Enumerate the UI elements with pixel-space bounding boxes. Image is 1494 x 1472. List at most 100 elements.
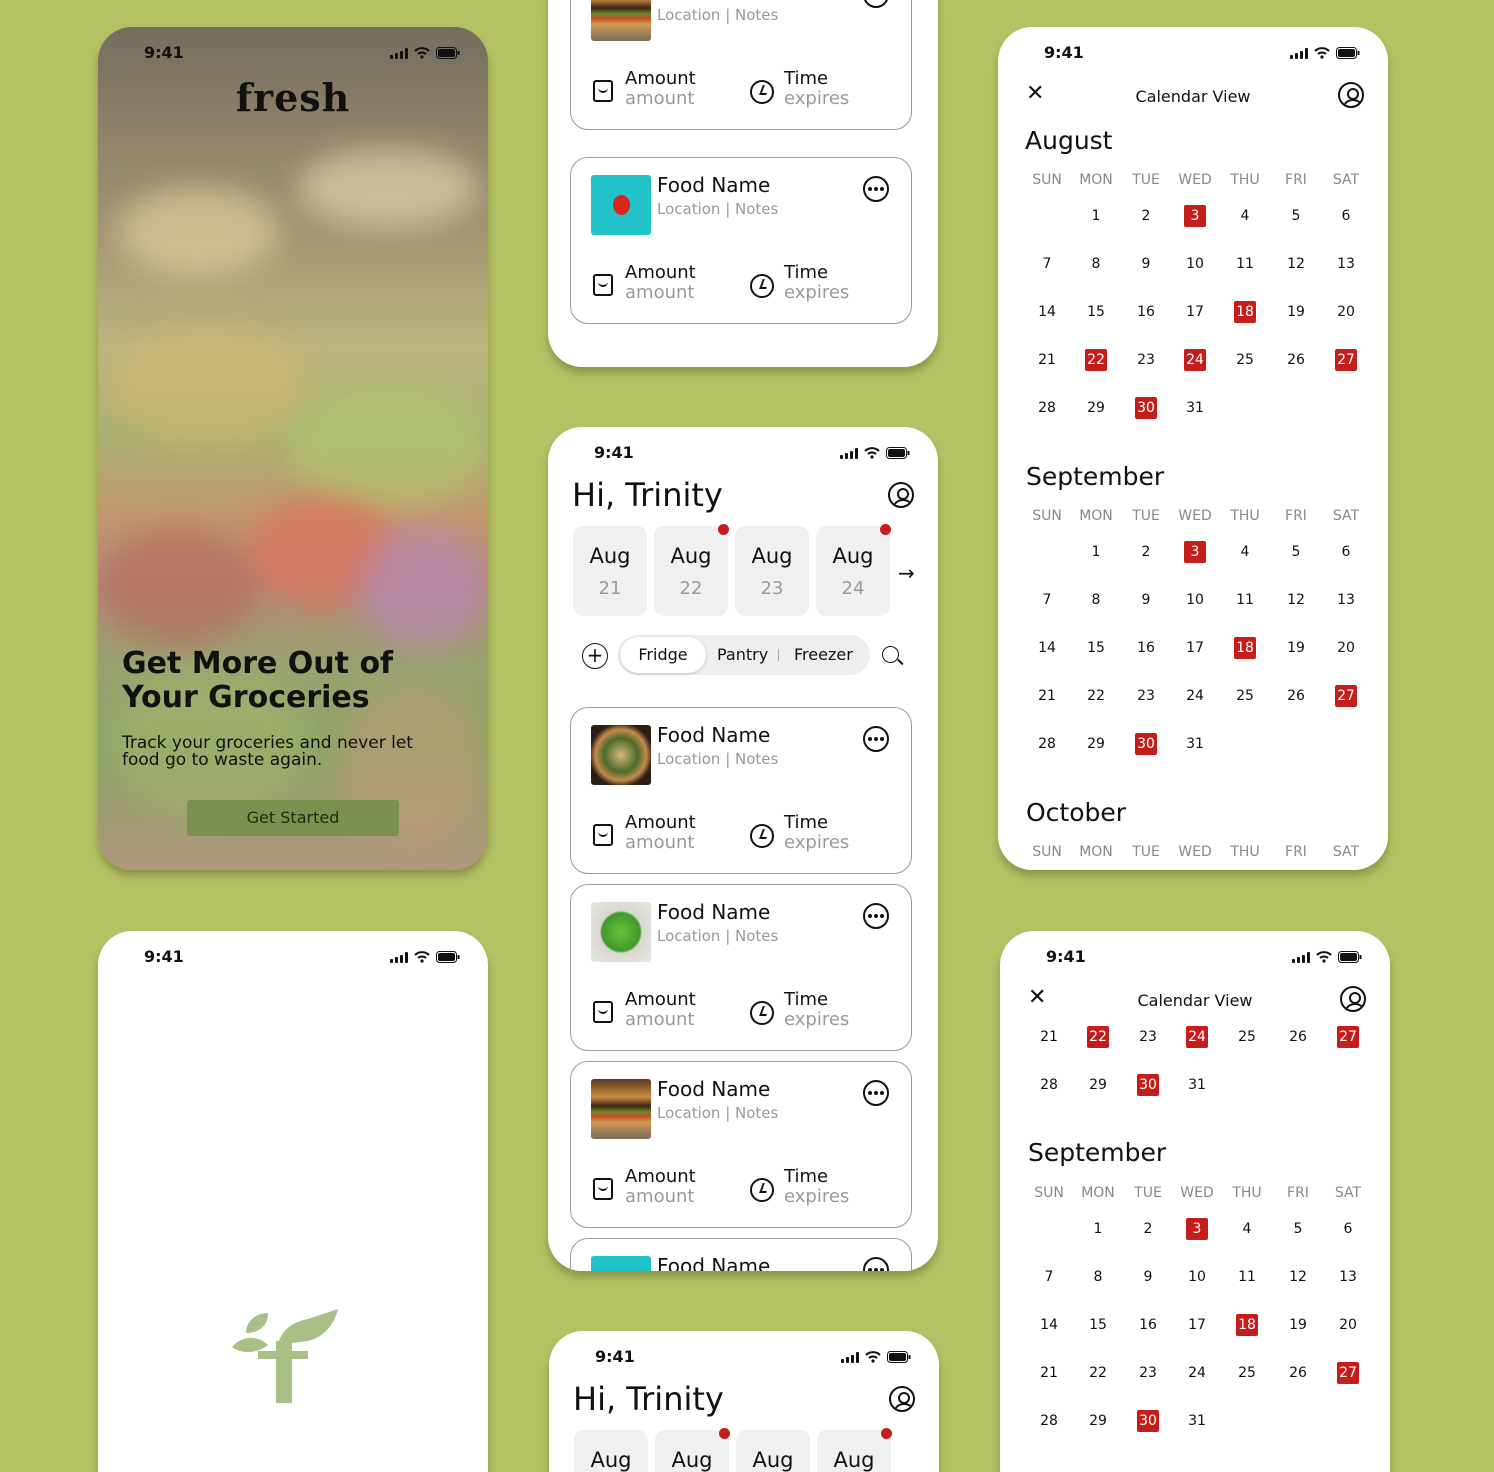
august-day[interactable]: 21 [1032, 349, 1062, 371]
profile-icon[interactable] [1340, 986, 1366, 1012]
september-day-highlighted[interactable]: 18 [1234, 637, 1256, 659]
more-options-icon[interactable] [863, 1257, 889, 1271]
date-chip[interactable]: Aug 23 [735, 526, 809, 616]
august-day[interactable]: 15 [1081, 301, 1111, 323]
september-day[interactable]: 28 [1034, 1410, 1064, 1432]
september-day[interactable]: 20 [1333, 1314, 1363, 1336]
august-day-highlighted[interactable]: 18 [1234, 301, 1256, 323]
september-day[interactable]: 14 [1032, 637, 1062, 659]
september-day[interactable]: 22 [1081, 685, 1111, 707]
more-options-icon[interactable] [863, 0, 889, 8]
september-day-highlighted[interactable]: 3 [1184, 541, 1206, 563]
september-day[interactable]: 24 [1180, 685, 1210, 707]
september-day[interactable]: 15 [1081, 637, 1111, 659]
september-day[interactable]: 20 [1331, 637, 1361, 659]
september-day[interactable]: 11 [1230, 589, 1260, 611]
september-day[interactable]: 15 [1083, 1314, 1113, 1336]
august-day[interactable]: 25 [1232, 1026, 1262, 1048]
september-day[interactable]: 19 [1281, 637, 1311, 659]
august-day[interactable]: 7 [1032, 253, 1062, 275]
august-day[interactable]: 12 [1281, 253, 1311, 275]
september-day[interactable]: 2 [1133, 1218, 1163, 1240]
august-day[interactable]: 28 [1034, 1074, 1064, 1096]
september-day[interactable]: 31 [1180, 733, 1210, 755]
august-day-highlighted[interactable]: 30 [1135, 397, 1157, 419]
september-day[interactable]: 29 [1083, 1410, 1113, 1432]
september-day[interactable]: 5 [1283, 1218, 1313, 1240]
september-day-highlighted[interactable]: 30 [1137, 1410, 1159, 1432]
september-day[interactable]: 23 [1131, 685, 1161, 707]
august-day[interactable]: 19 [1281, 301, 1311, 323]
date-chip[interactable]: Aug 22 [654, 526, 728, 616]
close-icon[interactable]: ✕ [1028, 985, 1046, 1010]
september-day[interactable]: 13 [1331, 589, 1361, 611]
august-day-highlighted[interactable]: 30 [1137, 1074, 1159, 1096]
more-options-icon[interactable] [863, 903, 889, 929]
september-day[interactable]: 24 [1182, 1362, 1212, 1384]
september-day[interactable]: 7 [1034, 1266, 1064, 1288]
more-options-icon[interactable] [863, 1080, 889, 1106]
september-day[interactable]: 26 [1283, 1362, 1313, 1384]
food-card[interactable]: Food Name [570, 1238, 912, 1271]
tab-pantry[interactable]: Pantry [717, 635, 768, 675]
august-day[interactable]: 29 [1081, 397, 1111, 419]
september-day[interactable]: 4 [1230, 541, 1260, 563]
august-day-highlighted[interactable]: 24 [1186, 1026, 1208, 1048]
tab-fridge[interactable]: Fridge [620, 637, 706, 673]
august-day[interactable]: 17 [1180, 301, 1210, 323]
august-day[interactable]: 25 [1230, 349, 1260, 371]
search-icon[interactable] [882, 646, 899, 663]
september-day[interactable]: 28 [1032, 733, 1062, 755]
august-day[interactable]: 23 [1131, 349, 1161, 371]
august-day-highlighted[interactable]: 27 [1335, 349, 1357, 371]
date-chip[interactable]: Aug 21 [573, 526, 647, 616]
august-day[interactable]: 29 [1083, 1074, 1113, 1096]
september-day[interactable]: 12 [1281, 589, 1311, 611]
september-day[interactable]: 16 [1133, 1314, 1163, 1336]
august-day-highlighted[interactable]: 22 [1085, 349, 1107, 371]
tab-freezer[interactable]: Freezer [794, 635, 853, 675]
september-day[interactable]: 12 [1283, 1266, 1313, 1288]
august-day[interactable]: 10 [1180, 253, 1210, 275]
august-day[interactable]: 11 [1230, 253, 1260, 275]
date-chip[interactable]: Aug 24 [816, 526, 890, 616]
august-day[interactable]: 4 [1230, 205, 1260, 227]
arrow-right-icon[interactable]: → [898, 561, 915, 585]
september-day[interactable]: 17 [1182, 1314, 1212, 1336]
september-day[interactable]: 5 [1281, 541, 1311, 563]
september-day[interactable]: 8 [1083, 1266, 1113, 1288]
september-day[interactable]: 8 [1081, 589, 1111, 611]
september-day[interactable]: 31 [1182, 1410, 1212, 1432]
august-day[interactable]: 31 [1182, 1074, 1212, 1096]
september-day-highlighted[interactable]: 18 [1236, 1314, 1258, 1336]
september-day[interactable]: 1 [1083, 1218, 1113, 1240]
august-day[interactable]: 26 [1283, 1026, 1313, 1048]
september-day[interactable]: 22 [1083, 1362, 1113, 1384]
september-day[interactable]: 7 [1032, 589, 1062, 611]
august-day-highlighted[interactable]: 24 [1184, 349, 1206, 371]
september-day[interactable]: 16 [1131, 637, 1161, 659]
september-day[interactable]: 1 [1081, 541, 1111, 563]
september-day[interactable]: 21 [1032, 685, 1062, 707]
september-day-highlighted[interactable]: 30 [1135, 733, 1157, 755]
september-day[interactable]: 17 [1180, 637, 1210, 659]
september-day[interactable]: 25 [1232, 1362, 1262, 1384]
august-day[interactable]: 13 [1331, 253, 1361, 275]
food-card[interactable]: Food Name Location | Notes Amount amount… [570, 884, 912, 1051]
profile-icon[interactable] [888, 482, 914, 508]
august-day[interactable]: 21 [1034, 1026, 1064, 1048]
september-day-highlighted[interactable]: 27 [1335, 685, 1357, 707]
food-card[interactable]: Food Name Location | Notes Amount amount… [570, 0, 912, 130]
september-day-highlighted[interactable]: 3 [1186, 1218, 1208, 1240]
august-day[interactable]: 6 [1331, 205, 1361, 227]
september-day[interactable]: 10 [1182, 1266, 1212, 1288]
september-day[interactable]: 6 [1331, 541, 1361, 563]
september-day[interactable]: 2 [1131, 541, 1161, 563]
september-day[interactable]: 11 [1232, 1266, 1262, 1288]
september-day[interactable]: 9 [1133, 1266, 1163, 1288]
august-day[interactable]: 2 [1131, 205, 1161, 227]
date-chip[interactable]: Aug [655, 1430, 729, 1472]
close-icon[interactable]: ✕ [1026, 81, 1044, 106]
august-day[interactable]: 26 [1281, 349, 1311, 371]
august-day[interactable]: 8 [1081, 253, 1111, 275]
